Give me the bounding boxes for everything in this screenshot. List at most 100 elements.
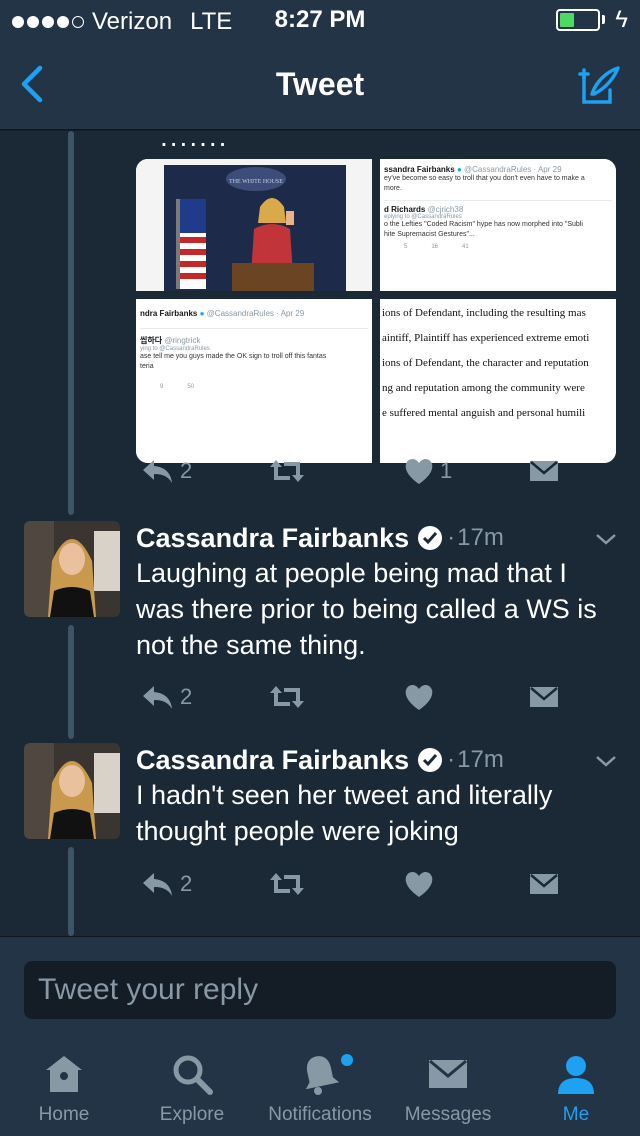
tab-home[interactable]: Home xyxy=(0,1040,128,1136)
envelope-icon xyxy=(530,874,558,894)
embed-handle: @CassandraRules · Apr 29 xyxy=(464,165,562,174)
tweet-text-fragment: ....... xyxy=(160,131,229,152)
embed-reply-handle: @ringtrick xyxy=(164,336,201,345)
compose-tweet-icon xyxy=(578,66,620,104)
separator-dot: · xyxy=(447,524,456,551)
heart-icon xyxy=(405,458,433,484)
tweet-header: Cassandra Fairbanks · 17m xyxy=(136,521,504,555)
embed-handle: @CassandraRules · Apr 29 xyxy=(206,309,305,318)
verified-badge-icon xyxy=(418,526,443,550)
tab-bar: Home Explore Notifications Messages Me xyxy=(0,1040,640,1136)
legal-line: ions of Defendant, including the resulti… xyxy=(382,307,586,319)
retweet-button[interactable] xyxy=(268,864,312,904)
reply-button[interactable]: 2 xyxy=(140,864,192,904)
embed-reply-name: 씹하다 xyxy=(140,336,163,345)
retweet-icon xyxy=(270,873,304,895)
embed-actions: 5 16 41 xyxy=(384,244,612,250)
tab-label: Notifications xyxy=(268,1104,372,1125)
embed-name: ssandra Fairbanks xyxy=(384,165,455,174)
tab-notifications[interactable]: Notifications xyxy=(256,1040,384,1136)
tweet-timestamp: 17m xyxy=(457,524,504,551)
home-icon xyxy=(46,1056,82,1092)
envelope-icon xyxy=(530,461,558,481)
embed-text-line: more. xyxy=(384,185,402,192)
svg-text:THE WHITE HOUSE: THE WHITE HOUSE xyxy=(229,179,283,185)
tweet[interactable]: Cassandra Fairbanks · 17m I hadn't seen … xyxy=(0,743,640,933)
tweet-text: I hadn't seen her tweet and literally th… xyxy=(136,780,553,846)
retweet-button[interactable] xyxy=(268,451,312,491)
author-name[interactable]: Cassandra Fairbanks xyxy=(136,523,409,554)
embedded-tweet: ndra Fairbanks ● @CassandraRules · Apr 2… xyxy=(136,299,372,396)
avatar[interactable] xyxy=(24,521,120,617)
tweet-actions: 2 1 xyxy=(136,451,616,491)
reply-count: 2 xyxy=(180,684,193,709)
envelope-icon xyxy=(429,1059,467,1088)
media-divider xyxy=(372,159,380,463)
embed-actions: 9 50 xyxy=(140,384,368,390)
reply-icon xyxy=(143,686,172,709)
retweet-button[interactable] xyxy=(268,677,312,717)
embed-count: 16 xyxy=(431,244,439,250)
compose-button[interactable] xyxy=(578,64,622,108)
tweet-timestamp: 17m xyxy=(457,746,504,773)
search-icon xyxy=(173,1055,213,1095)
nav-bar: Tweet xyxy=(0,40,640,130)
embed-text-line: o the Lefties "Coded Racism" hype has no… xyxy=(384,221,583,228)
embedded-tweet: ssandra Fairbanks ● @CassandraRules · Ap… xyxy=(380,159,616,256)
charging-bolt-icon: ϟ xyxy=(615,6,628,33)
embed-count: 5 xyxy=(404,244,408,250)
reply-input[interactable] xyxy=(24,961,616,1019)
notification-badge xyxy=(341,1054,353,1066)
legal-document-text: ions of Defendant, including the resulti… xyxy=(380,299,616,426)
embed-count: 50 xyxy=(187,384,195,390)
media-grid[interactable]: THE WHITE HOUSE ssandra Fairbanks ● @Cas… xyxy=(136,159,616,463)
tweet-text: Laughing at people being mad that I was … xyxy=(136,558,597,660)
direct-message-button[interactable] xyxy=(528,864,560,904)
reply-bar xyxy=(0,936,640,1040)
media-tweet-screenshot-2[interactable]: ndra Fairbanks ● @CassandraRules · Apr 2… xyxy=(136,299,372,463)
direct-message-button[interactable] xyxy=(528,677,560,717)
chevron-down-icon[interactable] xyxy=(594,527,618,551)
media-tweet-screenshot-1[interactable]: ssandra Fairbanks ● @CassandraRules · Ap… xyxy=(380,159,616,309)
reply-button[interactable]: 2 xyxy=(140,451,192,491)
reply-count: 2 xyxy=(180,458,193,483)
retweet-icon xyxy=(270,460,304,482)
embed-reply-name: d Richards xyxy=(384,205,426,214)
like-button[interactable] xyxy=(404,677,440,717)
embed-count: 41 xyxy=(462,244,469,250)
media-photo-podium[interactable]: THE WHITE HOUSE xyxy=(136,159,372,309)
thread-line xyxy=(68,131,74,515)
author-name[interactable]: Cassandra Fairbanks xyxy=(136,745,409,776)
tab-label: Home xyxy=(38,1104,90,1125)
embed-text-line: ey've become so easy to troll that you d… xyxy=(384,175,585,182)
reply-count: 2 xyxy=(180,871,193,896)
reply-button[interactable]: 2 xyxy=(140,677,192,717)
bell-icon xyxy=(305,1056,340,1095)
tweet-thread[interactable]: ....... THE WHITE HOUSE ssandra Fairbank… xyxy=(0,131,640,936)
tab-label: Me xyxy=(562,1104,590,1125)
like-button[interactable] xyxy=(404,864,440,904)
heart-icon xyxy=(405,684,433,710)
press-room-image: THE WHITE HOUSE xyxy=(136,159,372,309)
embed-text-line: ase tell me you guys made the OK sign to… xyxy=(140,353,327,360)
reply-icon xyxy=(143,873,172,896)
legal-line: e suffered mental anguish and personal h… xyxy=(382,407,586,419)
like-button[interactable]: 1 xyxy=(404,451,452,491)
tab-me[interactable]: Me xyxy=(512,1040,640,1136)
like-count: 1 xyxy=(440,458,453,483)
chevron-down-icon[interactable] xyxy=(594,749,618,773)
tab-messages[interactable]: Messages xyxy=(384,1040,512,1136)
embed-count: 9 xyxy=(160,384,164,390)
tweet-actions: 2 xyxy=(136,677,616,717)
tweet-header: Cassandra Fairbanks · 17m xyxy=(136,743,504,777)
avatar[interactable] xyxy=(24,743,120,839)
battery-icon xyxy=(556,9,600,31)
verified-badge-icon xyxy=(418,748,443,772)
direct-message-button[interactable] xyxy=(528,451,560,491)
tab-explore[interactable]: Explore xyxy=(128,1040,256,1136)
embed-reply-handle: @cjrich38 xyxy=(427,205,464,214)
tab-label: Messages xyxy=(404,1104,492,1125)
heart-icon xyxy=(405,871,433,897)
media-legal-document[interactable]: ions of Defendant, including the resulti… xyxy=(380,299,616,463)
status-bar: Verizon LTE 8:27 PM ϟ xyxy=(0,0,640,40)
